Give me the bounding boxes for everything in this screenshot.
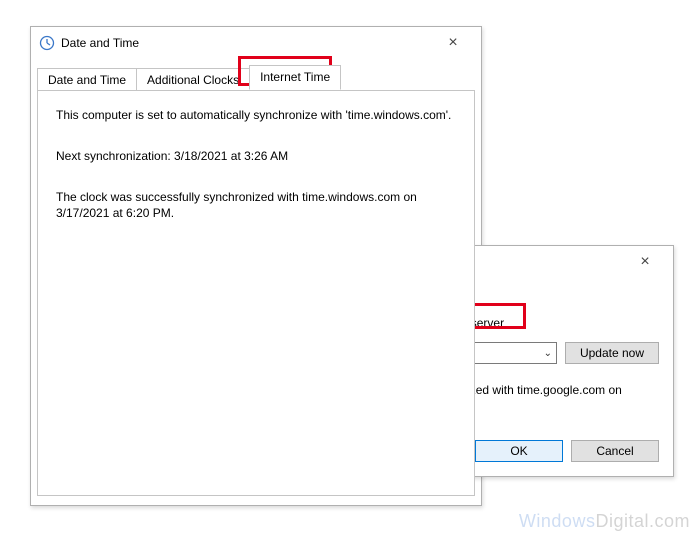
close-icon[interactable]: × — [625, 253, 665, 271]
tabstrip: Date and Time Additional Clocks Internet… — [31, 59, 481, 90]
titlebar: Date and Time × — [31, 27, 481, 59]
window-title: Date and Time — [61, 36, 433, 50]
clock-icon — [39, 35, 55, 51]
update-now-button[interactable]: Update now — [565, 342, 659, 364]
tab-internet-time[interactable]: Internet Time — [249, 65, 341, 90]
date-time-window: Date and Time × Date and Time Additional… — [30, 26, 482, 506]
tab-additional-clocks[interactable]: Additional Clocks — [136, 68, 250, 92]
next-sync-text: Next synchronization: 3/18/2021 at 3:26 … — [56, 148, 456, 165]
tab-date-and-time[interactable]: Date and Time — [37, 68, 137, 92]
watermark: WindowsDigital.com — [519, 511, 690, 532]
tab-content: This computer is set to automatically sy… — [37, 90, 475, 496]
ok-button[interactable]: OK — [475, 440, 563, 462]
close-icon[interactable]: × — [433, 34, 473, 52]
last-sync-text: The clock was successfully synchronized … — [56, 189, 456, 223]
sync-info-text: This computer is set to automatically sy… — [56, 107, 456, 124]
cancel-button[interactable]: Cancel — [571, 440, 659, 462]
chevron-down-icon: ⌄ — [544, 348, 552, 359]
